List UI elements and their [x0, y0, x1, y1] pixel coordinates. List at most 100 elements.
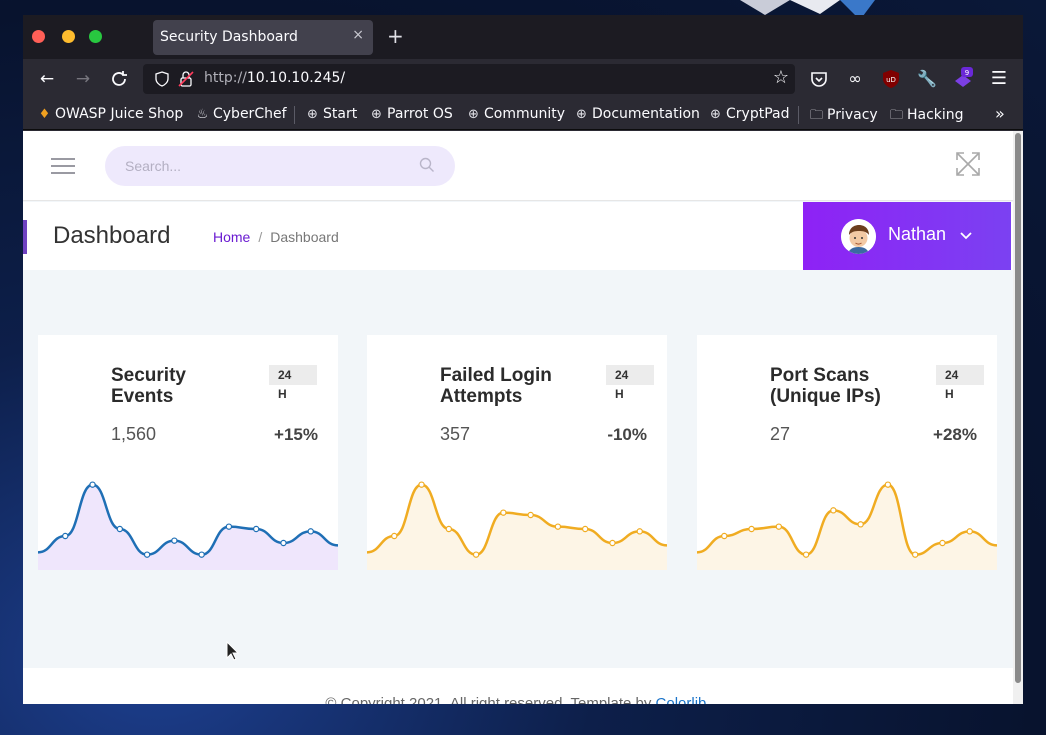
- bookmark-cryptpad[interactable]: ⊕ CryptPad: [708, 106, 789, 122]
- breadcrumb-separator: /: [258, 229, 263, 245]
- shield-icon[interactable]: [154, 71, 170, 87]
- sparkline-point: [939, 539, 946, 547]
- card-value: 357: [440, 424, 471, 444]
- hamburger-menu-icon[interactable]: [51, 158, 75, 176]
- user-menu-button[interactable]: Nathan: [803, 202, 1011, 270]
- bookmark-start[interactable]: ⊕ Start: [305, 106, 357, 122]
- sparkline-point: [280, 539, 287, 547]
- colorlib-link[interactable]: Colorlib: [656, 695, 707, 704]
- bookmark-documentation[interactable]: ⊕ Documentation: [574, 106, 700, 122]
- sparkline-chart: [38, 481, 338, 570]
- page-scrollbar[interactable]: [1013, 131, 1023, 704]
- card-delta: +15%: [274, 425, 318, 444]
- sparkline-chart: [367, 481, 667, 570]
- minimize-window-button[interactable]: [62, 30, 75, 43]
- reload-icon[interactable]: [107, 67, 131, 91]
- sparkline-point: [775, 523, 783, 530]
- forward-icon[interactable]: →: [71, 67, 95, 91]
- bookmark-folder-hacking[interactable]: 🗀 Hacking: [889, 106, 964, 128]
- sparkline-point: [857, 521, 864, 528]
- breadcrumb-home-link[interactable]: Home: [213, 229, 250, 245]
- page-title: Dashboard: [53, 222, 171, 249]
- user-name: Nathan: [888, 224, 947, 244]
- sparkline-point: [89, 481, 96, 488]
- bookmark-parrot-os[interactable]: ⊕ Parrot OS: [369, 106, 453, 122]
- sparkline-chart: [697, 481, 997, 570]
- title-accent-bar: [23, 220, 27, 254]
- top-bar: [23, 131, 1013, 201]
- card-value: 27: [770, 424, 791, 444]
- web-page: Dashboard Home / Dashboard Nathan: [23, 131, 1013, 704]
- tab-bar: Security Dashboard × +: [23, 15, 1023, 59]
- search-input[interactable]: [125, 156, 405, 176]
- stat-card-security-events: Security Events 24 H 1,560 +15%: [38, 335, 338, 570]
- chef-icon: ♨: [196, 107, 209, 122]
- search-box: [105, 146, 455, 186]
- bookmark-owasp-juice-shop[interactable]: ♦ OWASP Juice Shop: [37, 106, 184, 122]
- private-mask-icon[interactable]: ∞: [843, 67, 867, 91]
- sparkline-point: [911, 551, 919, 558]
- sparkline-point: [445, 525, 453, 533]
- ublock-icon[interactable]: uD: [879, 67, 903, 91]
- new-tab-button[interactable]: +: [387, 24, 404, 48]
- sparkline-point: [171, 537, 178, 544]
- tab-security-dashboard[interactable]: Security Dashboard ×: [153, 20, 373, 55]
- sparkline-point: [748, 525, 755, 533]
- sparkline-point: [116, 525, 124, 533]
- timeframe-unit: H: [615, 387, 624, 401]
- back-icon[interactable]: ←: [35, 67, 59, 91]
- insecure-lock-icon[interactable]: [178, 70, 194, 88]
- card-delta: +28%: [933, 425, 977, 444]
- sparkline-point: [966, 528, 973, 535]
- sparkline-point: [500, 509, 507, 516]
- sparkline-point: [252, 525, 260, 533]
- timeframe-badge: 24: [269, 365, 317, 385]
- breadcrumb-current: Dashboard: [270, 229, 339, 245]
- fullscreen-icon[interactable]: [955, 151, 981, 177]
- sparkline-point: [472, 551, 480, 558]
- svg-text:uD: uD: [886, 76, 896, 84]
- stat-card-port-scans: Port Scans (Unique IPs) 24 H 27 +28%: [697, 335, 997, 570]
- sparkline-point: [527, 511, 534, 519]
- timeframe-unit: H: [278, 387, 287, 401]
- sparkline-point: [581, 525, 589, 533]
- breadcrumb: Home / Dashboard: [213, 229, 339, 245]
- sparkline-point: [198, 551, 205, 558]
- folder-icon: 🗀: [889, 108, 903, 123]
- navigation-bar: ← → http://10.10.10.245/ ☆ ∞ uD 🔧 9 ☰: [23, 59, 1023, 99]
- wrench-icon[interactable]: 🔧: [915, 67, 939, 91]
- globe-icon: ⊕: [371, 107, 382, 122]
- bookmark-folder-privacy[interactable]: 🗀 Privacy: [809, 106, 878, 128]
- bookmarks-bar: ♦ OWASP Juice Shop ♨ CyberChef ⊕ Start ⊕ Par…: [23, 99, 1023, 130]
- bookmarks-separator: [294, 106, 295, 124]
- sparkline-point: [62, 532, 69, 540]
- pocket-icon[interactable]: [807, 67, 831, 91]
- copyright-text: © Copyright 2021. All right reserved. Te…: [23, 695, 1013, 704]
- tab-close-icon[interactable]: ×: [352, 27, 364, 43]
- card-title: Port Scans (Unique IPs): [770, 365, 881, 407]
- bookmark-star-icon[interactable]: ☆: [773, 67, 789, 88]
- folder-icon: 🗀: [809, 108, 823, 123]
- footer: © Copyright 2021. All right reserved. Te…: [23, 668, 1013, 704]
- close-window-button[interactable]: [32, 30, 45, 43]
- bookmark-cyberchef[interactable]: ♨ CyberChef: [195, 106, 287, 122]
- sparkline-point: [143, 551, 151, 558]
- bookmark-community[interactable]: ⊕ Community: [466, 106, 565, 122]
- juice-icon: ♦: [38, 107, 51, 122]
- menu-icon[interactable]: ☰: [987, 67, 1011, 91]
- card-title: Security Events: [111, 365, 186, 407]
- globe-icon: ⊕: [576, 107, 587, 122]
- bookmarks-overflow-icon[interactable]: »: [995, 104, 1005, 123]
- maximize-window-button[interactable]: [89, 30, 102, 43]
- globe-icon: ⊕: [710, 107, 721, 122]
- sparkline-area: [697, 484, 997, 570]
- sparkline-point: [554, 523, 562, 530]
- scrollbar-thumb[interactable]: [1015, 133, 1021, 683]
- search-icon[interactable]: [419, 157, 435, 173]
- url-text[interactable]: http://10.10.10.245/: [204, 70, 345, 86]
- sparkline-point: [418, 481, 425, 488]
- sparkline-point: [609, 539, 616, 547]
- extension-icon[interactable]: 9: [951, 67, 975, 91]
- tab-title: Security Dashboard: [160, 29, 298, 45]
- url-bar[interactable]: http://10.10.10.245/ ☆: [143, 64, 795, 94]
